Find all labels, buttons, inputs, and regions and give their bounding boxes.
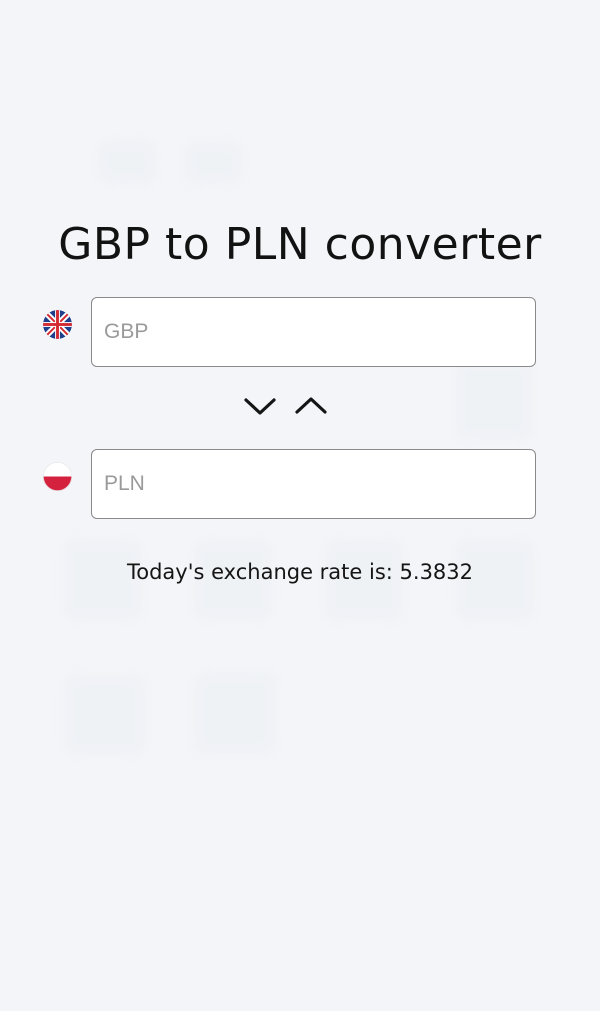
- background-shape: [64, 675, 146, 755]
- page-title: GBP to PLN converter: [58, 219, 542, 271]
- background-shape: [185, 142, 243, 184]
- uk-flag-icon: [43, 310, 72, 339]
- gbp-row: [0, 297, 600, 367]
- poland-flag-icon: [43, 462, 72, 491]
- chevron-down-icon[interactable]: [242, 392, 278, 420]
- pln-row: [0, 449, 600, 519]
- swap-controls: [242, 392, 336, 420]
- background-shape: [194, 672, 276, 754]
- background-shape: [455, 360, 533, 440]
- gbp-input[interactable]: [91, 297, 536, 367]
- exchange-rate-text: Today's exchange rate is: 5.3832: [126, 560, 474, 584]
- background-shape: [98, 140, 156, 184]
- chevron-up-icon[interactable]: [293, 392, 329, 420]
- pln-input[interactable]: [91, 449, 536, 519]
